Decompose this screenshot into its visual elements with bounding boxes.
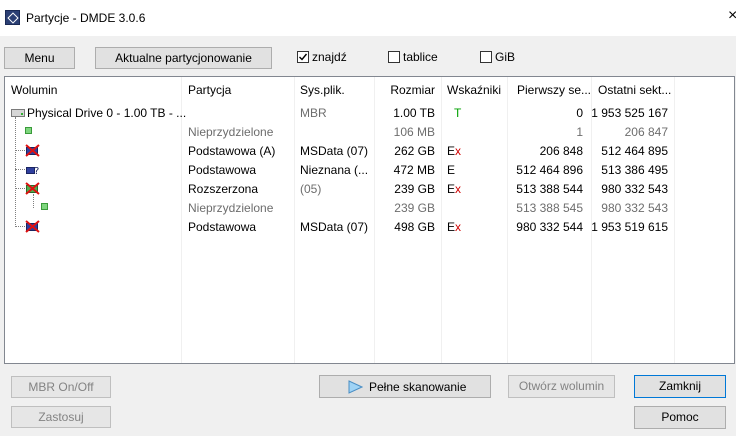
partition-value: Podstawowa	[188, 163, 257, 177]
table-row[interactable]: Podstawowa MSData (07) 498 GB E x 980 33…	[5, 217, 734, 236]
flag-e: E	[447, 182, 456, 196]
first-sector-value: 512 464 896	[516, 163, 583, 177]
filesystem-value: MBR	[300, 106, 327, 120]
unallocated-icon	[25, 127, 32, 134]
tables-checkbox-box[interactable]	[388, 51, 400, 63]
partition-value: Nieprzydzielone	[188, 125, 274, 139]
last-sector-value: 1 953 525 167	[591, 106, 668, 120]
filesystem-value: MSData (07)	[300, 220, 369, 234]
partition-value: Podstawowa	[188, 220, 257, 234]
partition-table[interactable]: Wolumin Partycja Sys.plik. Rozmiar Wskaź…	[4, 76, 735, 364]
menu-button[interactable]: Menu	[4, 47, 75, 69]
flag-x: x	[455, 220, 461, 234]
filesystem-value: Nieznana (...	[300, 163, 369, 177]
gib-checkbox-box[interactable]	[480, 51, 492, 63]
unallocated-icon	[41, 203, 48, 210]
table-row[interactable]: Nieprzydzielone 106 MB 1 206 847	[5, 122, 734, 141]
table-row[interactable]: ? Podstawowa Nieznana (... 472 MB E 512 …	[5, 160, 734, 179]
table-row[interactable]: Physical Drive 0 - 1.00 TB - ... MBR 1.0…	[5, 103, 734, 122]
first-sector-value: 1	[576, 125, 583, 139]
flag-e: E	[447, 220, 456, 234]
tables-label: tablice	[403, 50, 438, 64]
last-sector-value: 206 847	[624, 125, 668, 139]
flag-x: x	[455, 144, 461, 158]
column-header-filesystem[interactable]: Sys.plik.	[300, 83, 345, 97]
last-sector-value: 980 332 543	[601, 182, 668, 196]
close-button[interactable]: Zamknij	[634, 375, 726, 398]
gib-label: GiB	[495, 50, 516, 64]
help-button[interactable]: Pomoc	[634, 406, 726, 429]
table-row[interactable]: Rozszerzona (05) 239 GB E x 513 388 544 …	[5, 179, 734, 198]
checkmark-icon	[299, 53, 308, 61]
column-header-flags[interactable]: Wskaźniki	[447, 83, 501, 97]
last-sector-value: 513 386 495	[601, 163, 668, 177]
partition-extended-icon	[25, 182, 40, 195]
size-value: 262 GB	[394, 144, 435, 158]
partition-error-icon	[25, 144, 40, 157]
flag-e: E	[447, 144, 456, 158]
current-partitioning-button[interactable]: Aktualne partycjonowanie	[95, 47, 272, 69]
column-header-size[interactable]: Rozmiar	[374, 83, 435, 97]
partition-unknown-icon: ?	[26, 166, 39, 176]
flag-x: x	[455, 182, 461, 196]
filesystem-value: (05)	[300, 182, 322, 196]
open-volume-button[interactable]: Otwórz wolumin	[508, 375, 615, 398]
first-sector-value: 206 848	[539, 144, 583, 158]
size-value: 106 MB	[393, 125, 435, 139]
column-header-partition[interactable]: Partycja	[188, 83, 231, 97]
mbr-onoff-button[interactable]: MBR On/Off	[11, 376, 111, 398]
partition-value: Podstawowa (A)	[188, 144, 276, 158]
column-header-last-sector[interactable]: Ostatni sekt...	[598, 83, 671, 97]
volume-name: Physical Drive 0 - 1.00 TB - ...	[27, 106, 187, 120]
size-value: 239 GB	[394, 201, 435, 215]
partition-value: Rozszerzona	[188, 182, 259, 196]
column-header-volume[interactable]: Wolumin	[11, 83, 57, 97]
table-row[interactable]: Nieprzydzielone 239 GB 513 388 545 980 3…	[5, 198, 734, 217]
title-bar: Partycje - DMDE 3.0.6 ×	[0, 0, 736, 36]
last-sector-value: 980 332 543	[601, 201, 668, 215]
last-sector-value: 1 953 519 615	[591, 220, 668, 234]
apply-button[interactable]: Zastosuj	[11, 406, 111, 428]
window-title: Partycje - DMDE 3.0.6	[26, 11, 146, 25]
close-icon[interactable]: ×	[728, 8, 736, 24]
size-value: 498 GB	[394, 220, 435, 234]
play-icon	[348, 380, 363, 394]
table-row[interactable]: Podstawowa (A) MSData (07) 262 GB E x 20…	[5, 141, 734, 160]
drive-icon	[11, 109, 25, 117]
filesystem-value: MSData (07)	[300, 144, 369, 158]
flag-t: T	[454, 106, 462, 120]
find-checkbox-box[interactable]	[297, 51, 309, 63]
last-sector-value: 512 464 895	[601, 144, 668, 158]
flag-e: E	[447, 163, 456, 177]
partition-value: Nieprzydzielone	[188, 201, 274, 215]
size-value: 472 MB	[393, 163, 435, 177]
column-header-first-sector[interactable]: Pierwszy se...	[517, 83, 591, 97]
first-sector-value: 0	[576, 106, 583, 120]
app-icon	[5, 10, 20, 25]
svg-text:?: ?	[34, 166, 39, 176]
first-sector-value: 513 388 545	[516, 201, 583, 215]
full-scan-button[interactable]: Pełne skanowanie	[319, 375, 491, 398]
size-value: 239 GB	[394, 182, 435, 196]
size-value: 1.00 TB	[393, 106, 435, 120]
first-sector-value: 980 332 544	[516, 220, 583, 234]
full-scan-label: Pełne skanowanie	[369, 380, 467, 394]
first-sector-value: 513 388 544	[516, 182, 583, 196]
partition-error-icon	[25, 220, 40, 233]
find-label: znajdź	[312, 50, 347, 64]
